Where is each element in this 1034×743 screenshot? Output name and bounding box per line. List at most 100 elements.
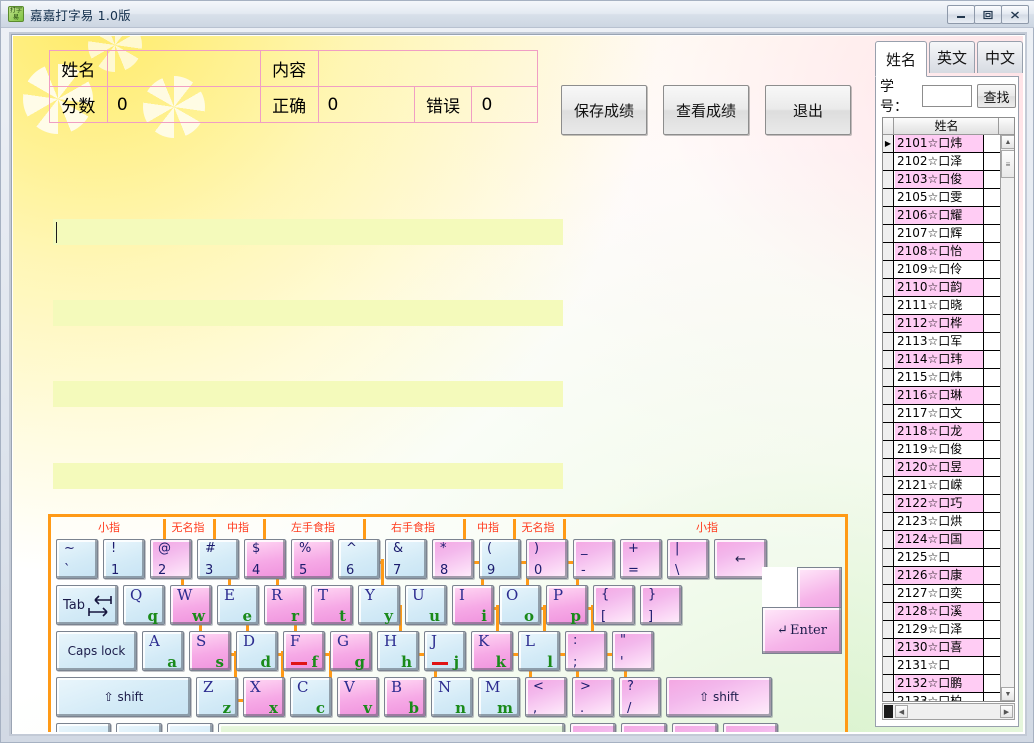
- table-row[interactable]: 2129☆口泽: [883, 621, 1002, 639]
- row-selector[interactable]: [883, 657, 894, 674]
- key-l[interactable]: Ll: [518, 631, 560, 671]
- exit-button[interactable]: 退出: [765, 85, 851, 135]
- key-5[interactable]: %5: [291, 539, 333, 579]
- grid-vertical-scrollbar[interactable]: ▲ ≡ ▼: [1000, 135, 1014, 701]
- key-ctrl[interactable]: Ctrl: [723, 723, 778, 732]
- key-3[interactable]: #3: [197, 539, 239, 579]
- key-7[interactable]: &7: [385, 539, 427, 579]
- scroll-down-arrow[interactable]: ▼: [1001, 687, 1015, 701]
- row-selector[interactable]: [883, 477, 894, 494]
- key-p[interactable]: Pp: [546, 585, 588, 625]
- table-row[interactable]: 2122☆口巧: [883, 495, 1002, 513]
- tab-chinese[interactable]: 中文: [977, 41, 1023, 73]
- table-row[interactable]: 2125☆口: [883, 549, 1002, 567]
- table-row[interactable]: 2110☆口韵: [883, 279, 1002, 297]
- key-9[interactable]: (9: [479, 539, 521, 579]
- table-row[interactable]: 2113☆口军: [883, 333, 1002, 351]
- key-1[interactable]: !1: [103, 539, 145, 579]
- table-row[interactable]: 2132☆口鹏: [883, 675, 1002, 693]
- typing-line-4[interactable]: [53, 463, 563, 489]
- row-selector[interactable]: [883, 675, 894, 692]
- key-alt[interactable]: Alt: [570, 723, 616, 732]
- key-=[interactable]: +=: [620, 539, 662, 579]
- save-score-button[interactable]: 保存成绩: [561, 85, 647, 135]
- table-row[interactable]: 2114☆口玮: [883, 351, 1002, 369]
- table-row[interactable]: 2111☆口晓: [883, 297, 1002, 315]
- row-selector[interactable]: [883, 549, 894, 566]
- key-/[interactable]: ?/: [619, 677, 661, 717]
- table-row[interactable]: 2115☆口炜: [883, 369, 1002, 387]
- key-shift[interactable]: ⇧ shift: [56, 677, 191, 717]
- key-n[interactable]: Nn: [431, 677, 473, 717]
- key-q[interactable]: Qq: [123, 585, 165, 625]
- typing-line-3[interactable]: [53, 381, 563, 407]
- key-f[interactable]: Ff: [283, 631, 325, 671]
- view-score-button[interactable]: 查看成绩: [663, 85, 749, 135]
- key-0[interactable]: )0: [526, 539, 568, 579]
- table-row[interactable]: 2123☆口烘: [883, 513, 1002, 531]
- table-row[interactable]: 2103☆口俊: [883, 171, 1002, 189]
- tab-english[interactable]: 英文: [929, 41, 975, 73]
- key-windows-icon[interactable]: [116, 723, 162, 732]
- key-h[interactable]: Hh: [377, 631, 419, 671]
- table-row[interactable]: 2116☆口琳: [883, 387, 1002, 405]
- row-selector[interactable]: [883, 243, 894, 260]
- table-row[interactable]: 2117☆口文: [883, 405, 1002, 423]
- row-selector[interactable]: [883, 189, 894, 206]
- key-6[interactable]: ^6: [338, 539, 380, 579]
- row-selector[interactable]: [883, 531, 894, 548]
- key-r[interactable]: Rr: [264, 585, 306, 625]
- key-y[interactable]: Yy: [358, 585, 400, 625]
- key-w[interactable]: Ww: [170, 585, 212, 625]
- key-,[interactable]: <,: [525, 677, 567, 717]
- table-row[interactable]: 2119☆口俊: [883, 441, 1002, 459]
- key-a[interactable]: Aa: [142, 631, 184, 671]
- table-row[interactable]: 2131☆口: [883, 657, 1002, 675]
- table-row[interactable]: 2118☆口龙: [883, 423, 1002, 441]
- student-grid[interactable]: 姓名 ▶2101☆口炜2102☆口泽2103☆口俊2105☆口雯2106☆口耀2…: [882, 117, 1015, 702]
- typing-line-1[interactable]: [53, 219, 563, 245]
- table-row[interactable]: 2102☆口泽: [883, 153, 1002, 171]
- row-selector[interactable]: [883, 603, 894, 620]
- key-d[interactable]: Dd: [236, 631, 278, 671]
- key-x[interactable]: Xx: [243, 677, 285, 717]
- scroll-right-arrow[interactable]: ▶: [1000, 705, 1013, 718]
- key-4[interactable]: $4: [244, 539, 286, 579]
- row-selector[interactable]: [883, 387, 894, 404]
- row-selector[interactable]: [883, 639, 894, 656]
- key-8[interactable]: *8: [432, 539, 474, 579]
- key-alt[interactable]: Alt: [167, 723, 213, 732]
- grid-horizontal-scrollbar[interactable]: ◀ ▶: [882, 703, 1015, 720]
- tab-name[interactable]: 姓名: [875, 41, 927, 77]
- key-2[interactable]: @2: [150, 539, 192, 579]
- key-b[interactable]: Bb: [384, 677, 426, 717]
- key--[interactable]: _-: [573, 539, 615, 579]
- table-row[interactable]: 2126☆口康: [883, 567, 1002, 585]
- table-row[interactable]: 2106☆口耀: [883, 207, 1002, 225]
- key-;[interactable]: :;: [565, 631, 607, 671]
- key-e[interactable]: Ee: [217, 585, 259, 625]
- key-windows-icon[interactable]: [621, 723, 667, 732]
- row-selector[interactable]: [883, 369, 894, 386]
- key-tab[interactable]: Tab: [56, 585, 118, 625]
- key-ctrl[interactable]: Ctrl: [56, 723, 111, 732]
- key-g[interactable]: Gg: [330, 631, 372, 671]
- minimize-button[interactable]: [947, 5, 975, 24]
- key-←[interactable]: ←: [714, 539, 767, 579]
- scroll-left-arrow[interactable]: ◀: [895, 705, 908, 718]
- key-space[interactable]: 拇指: [218, 723, 565, 732]
- row-selector[interactable]: [883, 567, 894, 584]
- key-\[interactable]: |\: [667, 539, 709, 579]
- key-'[interactable]: "': [612, 631, 654, 671]
- row-selector[interactable]: [883, 297, 894, 314]
- key-m[interactable]: Mm: [478, 677, 520, 717]
- scroll-up-arrow[interactable]: ▲: [1001, 135, 1015, 149]
- key-i[interactable]: Ii: [452, 585, 494, 625]
- scroll-thumb[interactable]: ≡: [1001, 150, 1015, 178]
- row-selector[interactable]: [883, 153, 894, 170]
- key-menu-icon[interactable]: [672, 723, 718, 732]
- key-t[interactable]: Tt: [311, 585, 353, 625]
- key-`[interactable]: ~`: [56, 539, 98, 579]
- row-selector[interactable]: [883, 441, 894, 458]
- key-u[interactable]: Uu: [405, 585, 447, 625]
